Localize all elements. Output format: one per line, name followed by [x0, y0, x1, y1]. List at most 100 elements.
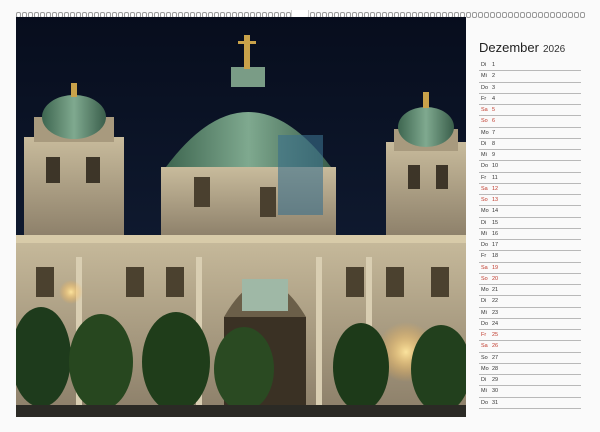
- weekday-label: So: [481, 354, 488, 361]
- day-number: 27: [492, 354, 499, 361]
- day-row: So 13: [479, 195, 581, 207]
- day-row: Fr 18: [479, 251, 581, 263]
- weekday-label: Fr: [481, 332, 487, 338]
- weekday-label: Do: [481, 163, 489, 170]
- day-number: 22: [492, 298, 499, 305]
- day-number: 17: [492, 242, 499, 248]
- day-row: Do 10: [479, 161, 581, 173]
- year-label: 2026: [542, 44, 566, 55]
- day-row: Sa 5: [479, 105, 581, 117]
- day-row: Do 3: [479, 83, 581, 94]
- weekday-label: Mi: [481, 230, 487, 237]
- day-row: Fr 4: [479, 94, 581, 105]
- day-row: Di 1: [479, 60, 581, 72]
- day-number: 11: [492, 174, 498, 181]
- weekday-label: Di: [481, 298, 487, 305]
- day-number: 2: [492, 73, 496, 80]
- day-row: Sa 19: [479, 263, 581, 274]
- weekday-label: Do: [481, 399, 489, 406]
- lamp-glow: [59, 280, 83, 304]
- day-number: 28: [492, 365, 499, 372]
- day-row: Fr 11: [479, 173, 581, 184]
- month-calendar: Dezember 2026 Di 1 Mi 2 Do 3 Fr 4 Sa 5 So 6 Mo 7 Di 8 Mi 9…: [473, 17, 581, 417]
- day-number: 13: [492, 197, 499, 203]
- weekday-label: So: [481, 197, 488, 203]
- day-row: Mo 28: [479, 364, 581, 375]
- day-number: 16: [492, 230, 499, 237]
- day-row: Mi 2: [479, 71, 581, 83]
- day-number: 23: [492, 309, 499, 316]
- day-number: 18: [492, 253, 499, 260]
- weekday-label: Mi: [481, 152, 487, 158]
- weekday-label: Di: [481, 219, 487, 226]
- day-list: Di 1 Mi 2 Do 3 Fr 4 Sa 5 So 6 Mo 7 Di 8 Mi 9 Do 10 Fr 11 Sa 12 S…: [479, 60, 581, 409]
- weekday-label: Do: [481, 84, 489, 91]
- day-number: 30: [492, 388, 499, 395]
- day-row: Di 22: [479, 296, 581, 308]
- day-row: Mo 7: [479, 128, 581, 139]
- day-number: 5: [492, 107, 496, 113]
- weekday-label: So: [481, 275, 488, 282]
- day-row: So 6: [479, 116, 581, 128]
- weekday-label: So: [481, 118, 488, 125]
- day-row: Mi 23: [479, 308, 581, 319]
- weekday-label: Fr: [481, 174, 487, 181]
- day-row: Mi 9: [479, 150, 581, 162]
- day-number: 6: [492, 118, 496, 125]
- day-number: 7: [492, 129, 496, 136]
- weekday-label: Mi: [481, 309, 487, 316]
- weekday-label: Fr: [481, 253, 487, 260]
- weekday-label: Mo: [481, 365, 489, 372]
- weekday-label: Mi: [481, 388, 487, 395]
- weekday-label: Do: [481, 242, 489, 248]
- day-row: So 27: [479, 353, 581, 364]
- day-number: 3: [492, 84, 496, 91]
- day-number: 26: [492, 343, 499, 350]
- cathedral-night-photo: [16, 17, 466, 417]
- weekday-label: Di: [481, 377, 487, 383]
- day-row: Do 17: [479, 240, 581, 252]
- day-number: 24: [492, 320, 499, 327]
- day-number: 31: [492, 399, 499, 406]
- day-number: 19: [492, 264, 499, 271]
- weekday-label: Sa: [481, 343, 488, 350]
- day-row: Mo 21: [479, 285, 581, 297]
- day-row: Do 31: [479, 398, 581, 409]
- weekday-label: Di: [481, 62, 487, 68]
- day-number: 21: [492, 287, 499, 293]
- calendar-page: Dezember 2026 Di 1 Mi 2 Do 3 Fr 4 Sa 5 So 6 Mo 7 Di 8 Mi 9…: [0, 0, 600, 432]
- weekday-label: Sa: [481, 264, 488, 271]
- day-number: 10: [492, 163, 499, 170]
- day-number: 12: [492, 185, 499, 192]
- weekday-label: Fr: [481, 95, 487, 102]
- day-row: Mi 30: [479, 386, 581, 398]
- weekday-label: Sa: [481, 107, 488, 113]
- day-number: 29: [492, 377, 499, 383]
- day-number: 4: [492, 95, 496, 102]
- day-number: 1: [492, 62, 496, 68]
- day-row: Sa 12: [479, 184, 581, 195]
- weekday-label: Mi: [481, 73, 487, 80]
- day-row: Mi 16: [479, 229, 581, 240]
- spiral-ring: [466, 12, 471, 18]
- day-number: 20: [492, 275, 499, 282]
- day-row: Di 8: [479, 139, 581, 150]
- day-number: 8: [492, 140, 496, 147]
- month-title: Dezember 2026: [479, 40, 565, 55]
- day-number: 14: [492, 208, 499, 215]
- weekday-label: Sa: [481, 185, 488, 192]
- day-row: Fr 25: [479, 330, 581, 342]
- weekday-label: Do: [481, 320, 489, 327]
- weekday-label: Mo: [481, 287, 489, 293]
- day-number: 15: [492, 219, 499, 226]
- weekday-label: Mo: [481, 208, 489, 215]
- day-number: 9: [492, 152, 496, 158]
- weekday-label: Di: [481, 140, 487, 147]
- day-number: 25: [492, 332, 499, 338]
- photo-artwork: [16, 17, 466, 417]
- month-name: Dezember: [479, 40, 539, 55]
- day-row: So 20: [479, 274, 581, 285]
- weekday-label: Mo: [481, 129, 489, 136]
- day-row: Di 29: [479, 375, 581, 387]
- day-row: Do 24: [479, 319, 581, 330]
